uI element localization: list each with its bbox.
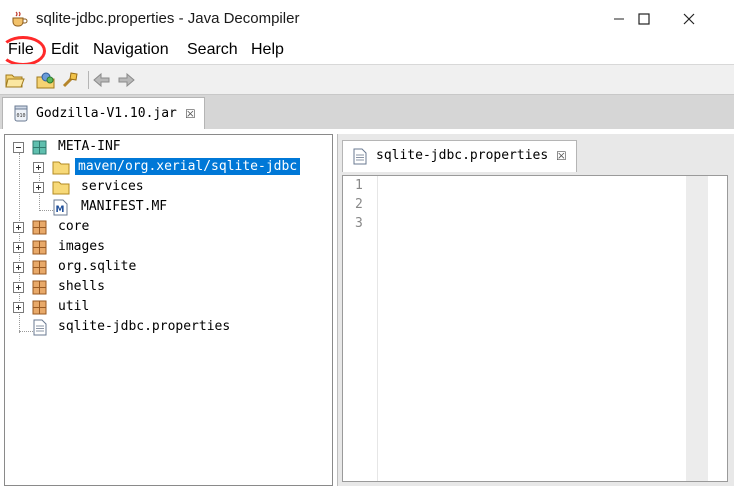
close-tab-icon[interactable]: ☒ xyxy=(556,149,567,163)
expand-icon[interactable] xyxy=(13,242,24,253)
file-tree: META-INF maven/org.xerial/sqlite-jdbc se… xyxy=(4,134,333,486)
expand-icon[interactable] xyxy=(13,302,24,313)
red-circle-annotation xyxy=(0,36,46,66)
coffee-cup-icon xyxy=(12,11,28,27)
svg-text:M: M xyxy=(56,205,65,215)
tree-item-label: maven/org.xerial/sqlite-jdbc xyxy=(75,158,301,175)
folder-icon xyxy=(52,161,70,175)
manifest-file-icon: M xyxy=(53,199,68,216)
outer-tab-bar: 010 Godzilla-V1.10.jar ☒ xyxy=(0,95,734,129)
toolbar-separator xyxy=(88,71,89,89)
tree-item-label: META-INF xyxy=(58,139,121,154)
title-bar: sqlite-jdbc.properties - Java Decompiler xyxy=(0,0,734,38)
tree-item-label: MANIFEST.MF xyxy=(81,199,168,214)
svg-text:010: 010 xyxy=(17,113,26,119)
code-editor[interactable]: 1 2 3 xyxy=(342,175,728,482)
line-number: 1 xyxy=(355,178,363,193)
package-icon xyxy=(32,280,47,295)
line-number: 2 xyxy=(355,197,363,212)
text-file-icon xyxy=(353,148,367,165)
folder-icon xyxy=(52,181,70,195)
expand-icon[interactable] xyxy=(13,262,24,273)
menu-help[interactable]: Help xyxy=(251,41,284,59)
tab-godzilla-jar[interactable]: 010 Godzilla-V1.10.jar ☒ xyxy=(2,97,205,129)
maximize-button[interactable] xyxy=(621,0,667,38)
menu-search[interactable]: Search xyxy=(187,41,238,59)
tree-item-label: sqlite-jdbc.properties xyxy=(58,319,231,334)
open-type-icon[interactable] xyxy=(36,71,56,89)
tree-item-label: images xyxy=(58,239,105,254)
close-icon xyxy=(683,13,695,25)
back-arrow-icon[interactable] xyxy=(92,71,112,89)
tab-label: sqlite-jdbc.properties xyxy=(376,148,549,163)
expand-icon[interactable] xyxy=(13,222,24,233)
tree-item-label: util xyxy=(58,299,90,314)
jar-file-icon: 010 xyxy=(14,105,28,122)
package-icon xyxy=(32,140,47,155)
tree-item-label: core xyxy=(58,219,90,234)
package-icon xyxy=(32,300,47,315)
close-button[interactable] xyxy=(666,0,712,38)
line-number: 3 xyxy=(355,216,363,231)
collapse-icon[interactable] xyxy=(13,142,24,153)
tree-item-label: shells xyxy=(58,279,105,294)
vertical-scrollbar[interactable] xyxy=(686,176,708,481)
package-icon xyxy=(32,220,47,235)
close-tab-icon[interactable]: ☒ xyxy=(185,107,196,121)
window-title: sqlite-jdbc.properties - Java Decompiler xyxy=(36,10,300,27)
maximize-icon xyxy=(638,13,650,25)
expand-icon[interactable] xyxy=(33,162,44,173)
forward-arrow-icon[interactable] xyxy=(116,71,136,89)
menu-navigation[interactable]: Navigation xyxy=(93,41,169,59)
line-number-gutter: 1 2 3 xyxy=(343,176,378,481)
package-icon xyxy=(32,240,47,255)
toolbar xyxy=(0,64,734,95)
text-file-icon xyxy=(33,319,47,336)
tree-item-label: org.sqlite xyxy=(58,259,137,274)
tree-item-label: services xyxy=(81,179,144,194)
expand-icon[interactable] xyxy=(13,282,24,293)
horizontal-scrollbar[interactable] xyxy=(342,482,728,486)
menu-bar: File Edit Navigation Search Help xyxy=(0,38,734,64)
open-file-icon[interactable] xyxy=(5,71,25,89)
tab-sqlite-jdbc-properties[interactable]: sqlite-jdbc.properties ☒ xyxy=(342,140,577,172)
search-icon[interactable] xyxy=(61,71,81,89)
tab-label: Godzilla-V1.10.jar xyxy=(36,106,177,121)
menu-edit[interactable]: Edit xyxy=(51,41,79,59)
package-icon xyxy=(32,260,47,275)
expand-icon[interactable] xyxy=(33,182,44,193)
